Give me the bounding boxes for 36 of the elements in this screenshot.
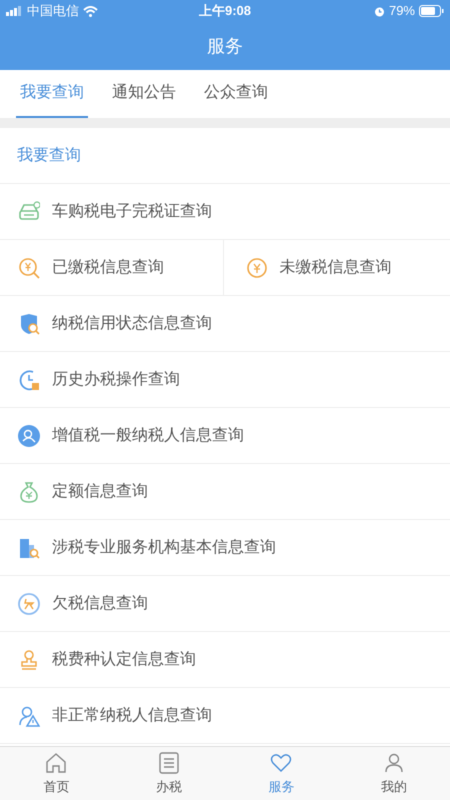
menu-item[interactable]: 纳税信用状态信息查询	[0, 296, 450, 351]
menu-item[interactable]: 欠税信息查询	[0, 576, 450, 631]
menu-item[interactable]: 已缴税信息查询	[0, 240, 222, 295]
clock-time: 上午9:08	[198, 2, 252, 20]
home-icon	[44, 750, 68, 775]
yen-search-icon	[18, 256, 40, 278]
clock-icon	[18, 368, 40, 390]
battery-icon	[419, 5, 444, 17]
yen-coin-icon	[246, 256, 268, 278]
money-bag-icon	[18, 480, 40, 502]
nav-tab[interactable]: 我的	[338, 747, 450, 800]
menu-item[interactable]: 税费种认定信息查询	[0, 632, 450, 687]
section-title: 我要查询	[17, 146, 81, 166]
shield-search-icon	[18, 312, 40, 334]
page-title: 服务	[207, 34, 243, 58]
nav-tab[interactable]: 办税	[112, 747, 225, 800]
menu-item[interactable]: 增值税一般纳税人信息查询	[0, 408, 450, 463]
menu-item[interactable]: 车购税电子完税证查询	[0, 184, 450, 239]
carrier-name: 中国电信	[27, 2, 79, 20]
tab[interactable]: 通知公告	[108, 70, 180, 118]
tab[interactable]: 公众查询	[200, 70, 272, 118]
battery-percent: 79%	[388, 2, 415, 20]
nav-tab[interactable]: 首页	[0, 747, 112, 800]
person-warning-icon	[18, 704, 40, 726]
menu-item[interactable]: 涉税专业服务机构基本信息查询	[0, 520, 450, 575]
wifi-icon	[83, 6, 98, 16]
menu-item[interactable]: 非正常纳税人信息查询	[0, 688, 450, 743]
signal-icon	[6, 6, 23, 16]
building-search-icon	[18, 536, 40, 558]
person-search-icon	[18, 424, 40, 446]
car-icon	[18, 200, 40, 222]
list-icon	[156, 750, 181, 775]
menu-item[interactable]: 定额信息查询	[0, 464, 450, 519]
menu-item[interactable]: 未缴税信息查询	[222, 240, 450, 295]
menu-item[interactable]: 历史办税操作查询	[0, 352, 450, 407]
alarm-icon	[374, 6, 385, 16]
